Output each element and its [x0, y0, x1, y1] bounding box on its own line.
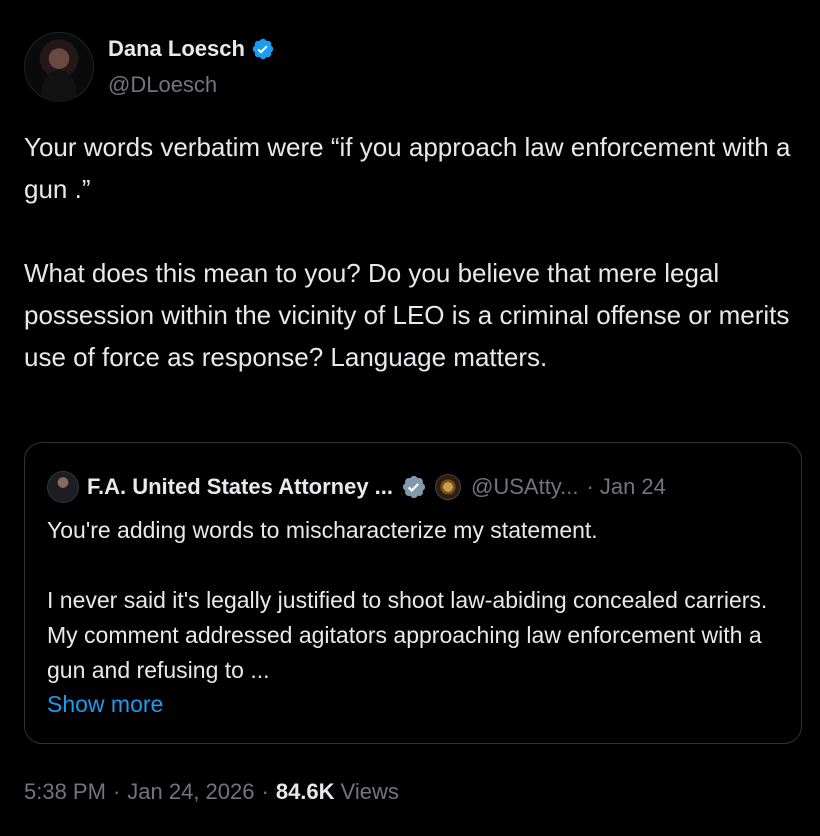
- tweet-time[interactable]: 5:38 PM: [24, 779, 106, 805]
- author-name-row: Dana Loesch: [108, 34, 275, 64]
- affiliation-seal-icon: [435, 474, 462, 500]
- separator-dot: ·: [112, 779, 121, 804]
- quoted-author-handle[interactable]: @USAtty...: [471, 474, 579, 500]
- quoted-tweet-card[interactable]: F.A. United States Attorney ... @USAtty.…: [24, 442, 802, 744]
- show-more-link[interactable]: Show more: [47, 687, 163, 722]
- gray-verified-badge-icon: [402, 475, 426, 499]
- views-label: Views: [340, 779, 399, 804]
- separator-dot: ·: [586, 474, 594, 499]
- quoted-author-display-name[interactable]: F.A. United States Attorney ...: [87, 474, 393, 500]
- tweet-paragraph: What does this mean to you? Do you belie…: [24, 258, 790, 372]
- tweet: Dana Loesch @DLoesch Your words verbatim…: [24, 0, 804, 836]
- quoted-tweet-date[interactable]: Jan 24: [600, 474, 666, 500]
- tweet-body: Your words verbatim were “if you approac…: [24, 126, 804, 378]
- verified-badge-icon: [252, 38, 274, 60]
- views-count: 84.6K: [275, 779, 335, 804]
- tweet-date[interactable]: Jan 24, 2026: [127, 779, 254, 805]
- author-avatar[interactable]: [24, 32, 94, 102]
- tweet-paragraph: Your words verbatim were “if you approac…: [24, 132, 791, 204]
- quoted-tweet-paragraph: I never said it's legally justified to s…: [47, 587, 768, 683]
- quoted-tweet-header: F.A. United States Attorney ... @USAtty.…: [47, 469, 666, 505]
- author-handle[interactable]: @DLoesch: [108, 72, 217, 98]
- quoted-author-avatar[interactable]: [47, 471, 79, 503]
- quoted-tweet-paragraph: You're adding words to mischaracterize m…: [47, 517, 598, 543]
- separator-dot: ·: [261, 779, 269, 804]
- tweet-header: Dana Loesch @DLoesch: [24, 32, 804, 102]
- quoted-tweet-body: You're adding words to mischaracterize m…: [47, 513, 787, 688]
- tweet-meta: 5:38 PM · Jan 24, 2026 · 84.6K Views: [24, 774, 399, 810]
- author-display-name[interactable]: Dana Loesch: [108, 36, 245, 62]
